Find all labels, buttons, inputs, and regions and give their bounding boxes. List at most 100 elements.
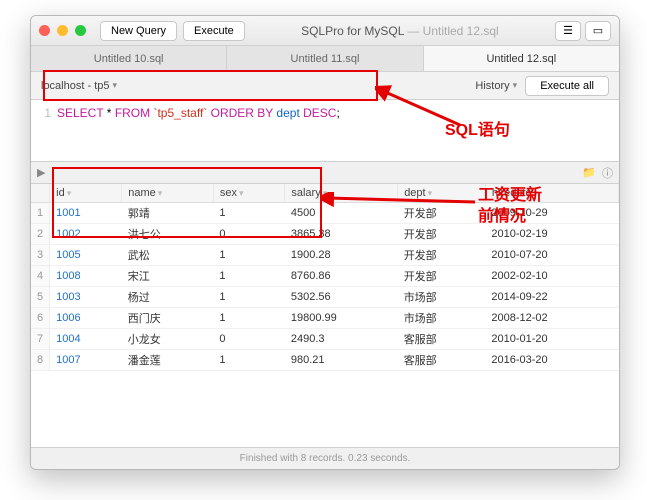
new-query-button[interactable]: New Query xyxy=(100,21,177,41)
cell-hiredate: 2008-12-02 xyxy=(485,308,618,329)
cell-dept: 开发部 xyxy=(398,203,486,224)
titlebar: New Query Execute SQLPro for MySQL — Unt… xyxy=(31,16,619,46)
cell-name: 郭靖 xyxy=(122,203,214,224)
connection-selector[interactable]: localhost - tp5 ▾ xyxy=(41,80,117,92)
cell-sex: 1 xyxy=(213,350,284,371)
table-row[interactable]: 2 1002 洪七公 0 3865.38 开发部 2010-02-19 xyxy=(31,224,619,245)
sql-text: SELECT * FROM `tp5_staff` ORDER BY dept … xyxy=(57,106,340,155)
cell-sex: 0 xyxy=(213,329,284,350)
cell-sex: 1 xyxy=(213,308,284,329)
cell-sex: 1 xyxy=(213,203,284,224)
cell-salary: 4500 xyxy=(285,203,398,224)
cell-dept: 开发部 xyxy=(398,224,486,245)
cell-salary: 3865.38 xyxy=(285,224,398,245)
cell-id: 1007 xyxy=(50,350,122,371)
row-number: 4 xyxy=(31,266,50,287)
maximize-icon[interactable] xyxy=(75,25,86,36)
cell-salary: 8760.86 xyxy=(285,266,398,287)
cell-id: 1008 xyxy=(50,266,122,287)
tab-label: Untitled 10.sql xyxy=(94,53,164,65)
col-name[interactable]: name▾ xyxy=(122,184,214,203)
cell-sex: 1 xyxy=(213,287,284,308)
info-icon[interactable]: ⓘ xyxy=(602,165,613,181)
minimize-icon[interactable] xyxy=(57,25,68,36)
row-number: 1 xyxy=(31,203,50,224)
table-row[interactable]: 8 1007 潘金莲 1 980.21 客服部 2016-03-20 xyxy=(31,350,619,371)
cell-salary: 2490.3 xyxy=(285,329,398,350)
cell-dept: 客服部 xyxy=(398,350,486,371)
history-button[interactable]: History ▾ xyxy=(475,80,517,92)
traffic-lights xyxy=(39,25,86,36)
table-row[interactable]: 1 1001 郭靖 1 4500 开发部 2009-10-29 xyxy=(31,203,619,224)
sidebar-toggle-button[interactable]: ▭ xyxy=(585,21,611,41)
close-icon[interactable] xyxy=(39,25,50,36)
cell-name: 潘金莲 xyxy=(122,350,214,371)
cell-hiredate: 2014-09-22 xyxy=(485,287,618,308)
row-number: 6 xyxy=(31,308,50,329)
cell-dept: 市场部 xyxy=(398,308,486,329)
row-number: 3 xyxy=(31,245,50,266)
cell-hiredate: 2010-07-20 xyxy=(485,245,618,266)
status-text: Finished with 8 records. 0.23 seconds. xyxy=(240,453,411,464)
cell-sex: 1 xyxy=(213,266,284,287)
cell-hiredate: 2016-03-20 xyxy=(485,350,618,371)
row-number: 2 xyxy=(31,224,50,245)
cell-name: 杨过 xyxy=(122,287,214,308)
execute-button[interactable]: Execute xyxy=(183,21,245,41)
table-row[interactable]: 5 1003 杨过 1 5302.56 市场部 2014-09-22 xyxy=(31,287,619,308)
cell-id: 1003 xyxy=(50,287,122,308)
execute-all-button[interactable]: Execute all xyxy=(525,76,609,96)
col-sex[interactable]: sex▾ xyxy=(213,184,284,203)
row-number: 5 xyxy=(31,287,50,308)
cell-salary: 980.21 xyxy=(285,350,398,371)
table-header-row: id▾ name▾ sex▾ salary▾ dept▾ hiredate▾ xyxy=(31,184,619,203)
tab-bar: Untitled 10.sql Untitled 11.sql Untitled… xyxy=(31,46,619,72)
cell-hiredate: 2002-02-10 xyxy=(485,266,618,287)
cell-name: 小龙女 xyxy=(122,329,214,350)
sql-editor[interactable]: 1 SELECT * FROM `tp5_staff` ORDER BY dep… xyxy=(31,100,619,162)
cell-name: 宋江 xyxy=(122,266,214,287)
app-name: SQLPro for MySQL xyxy=(301,24,404,38)
history-label: History xyxy=(475,80,509,92)
tab-untitled-10[interactable]: Untitled 10.sql xyxy=(31,46,227,71)
cell-salary: 5302.56 xyxy=(285,287,398,308)
cell-dept: 开发部 xyxy=(398,266,486,287)
cell-sex: 1 xyxy=(213,245,284,266)
app-window: New Query Execute SQLPro for MySQL — Unt… xyxy=(30,15,620,470)
panel-toggle-button[interactable]: ☰ xyxy=(555,21,581,41)
window-title: SQLPro for MySQL — Untitled 12.sql xyxy=(251,24,549,38)
row-number: 8 xyxy=(31,350,50,371)
play-icon[interactable]: ▶ xyxy=(37,166,45,179)
col-dept[interactable]: dept▾ xyxy=(398,184,486,203)
cell-salary: 1900.28 xyxy=(285,245,398,266)
doc-name: — Untitled 12.sql xyxy=(404,24,499,38)
chevron-down-icon: ▾ xyxy=(112,80,117,91)
results-toolbar: ▶ 📁 ⓘ xyxy=(31,162,619,184)
col-salary[interactable]: salary▾ xyxy=(285,184,398,203)
cell-dept: 市场部 xyxy=(398,287,486,308)
line-number: 1 xyxy=(39,106,57,155)
cell-id: 1002 xyxy=(50,224,122,245)
table-row[interactable]: 4 1008 宋江 1 8760.86 开发部 2002-02-10 xyxy=(31,266,619,287)
cell-id: 1006 xyxy=(50,308,122,329)
table-row[interactable]: 6 1006 西门庆 1 19800.99 市场部 2008-12-02 xyxy=(31,308,619,329)
results-table: id▾ name▾ sex▾ salary▾ dept▾ hiredate▾ 1… xyxy=(31,184,619,447)
folder-icon[interactable]: 📁 xyxy=(582,166,596,179)
cell-sex: 0 xyxy=(213,224,284,245)
cell-name: 武松 xyxy=(122,245,214,266)
tab-label: Untitled 12.sql xyxy=(486,53,556,65)
cell-hiredate: 2009-10-29 xyxy=(485,203,618,224)
table-row[interactable]: 3 1005 武松 1 1900.28 开发部 2010-07-20 xyxy=(31,245,619,266)
connection-label: localhost - tp5 xyxy=(41,80,109,92)
tab-label: Untitled 11.sql xyxy=(291,53,360,65)
cell-dept: 客服部 xyxy=(398,329,486,350)
cell-dept: 开发部 xyxy=(398,245,486,266)
chevron-down-icon: ▾ xyxy=(513,80,518,91)
tab-untitled-11[interactable]: Untitled 11.sql xyxy=(227,46,423,71)
status-bar: Finished with 8 records. 0.23 seconds. xyxy=(31,447,619,469)
table-row[interactable]: 7 1004 小龙女 0 2490.3 客服部 2010-01-20 xyxy=(31,329,619,350)
tab-untitled-12[interactable]: Untitled 12.sql xyxy=(424,46,619,71)
col-id[interactable]: id▾ xyxy=(50,184,122,203)
col-hiredate[interactable]: hiredate▾ xyxy=(485,184,618,203)
cell-id: 1001 xyxy=(50,203,122,224)
